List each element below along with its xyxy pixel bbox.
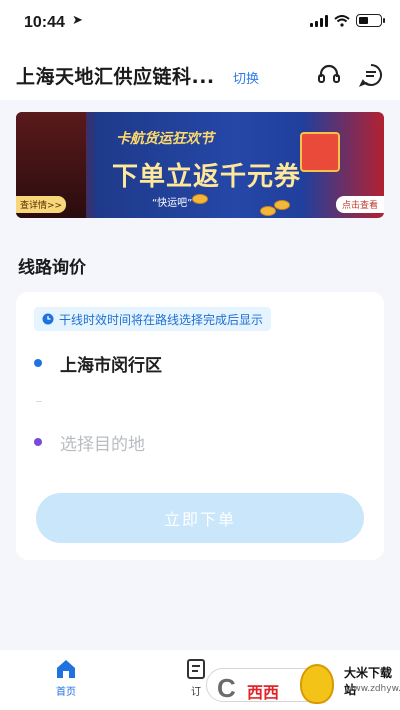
company-name[interactable]: 上海天地汇供应链科... [16,62,215,89]
watermark: C 西西 大米下载站 www.zdhyw.com [206,660,400,710]
status-indicators [310,14,385,27]
home-icon [57,660,75,678]
place-order-button[interactable]: 立即下单 [36,493,364,543]
watermark-logo-letter: C [217,673,236,703]
app-header: 上海天地汇供应链科... 切换 [0,48,400,100]
timeliness-notice: 干线时效时间将在路线选择完成后显示 [34,307,272,331]
chat-bubble-icon[interactable] [358,62,384,88]
coin-icon [274,200,290,210]
gift-box-icon [300,132,340,172]
origin-field[interactable]: 上海市闵行区 [60,351,162,376]
watermark-url: www.zdhyw.com [346,684,400,694]
watermark-red-text: 西西 [247,683,280,702]
wifi-icon [334,14,350,27]
banner-brand: “快运吧” [152,198,193,209]
route-inquiry-card: 干线时效时间将在路线选择完成后显示 上海市闵行区 选择目的地 立即下单 [16,292,384,560]
headset-icon[interactable] [316,62,342,88]
tab-home-label: 首页 [56,687,76,698]
origin-dot [34,359,42,367]
banner-title: 下单立返千元券 [112,162,302,192]
banner-subtitle: 卡航货运狂欢节 [116,131,214,147]
banner-cta-button[interactable]: 点击查看 [335,196,384,213]
status-time: 10:44 [24,14,65,31]
destination-dot [34,438,42,446]
battery-level [359,17,368,24]
coin-icon [192,194,208,204]
cellular-signal-icon [310,14,328,27]
clock-icon [42,313,54,325]
destination-field[interactable]: 选择目的地 [60,430,145,455]
section-title: 线路询价 [18,258,86,278]
location-arrow-icon: ➤ [72,13,83,28]
status-bar: 10:44 ➤ [0,0,400,48]
notice-text: 干线时效时间将在路线选择完成后显示 [59,312,264,327]
route-connector [36,401,42,402]
promo-banner[interactable]: 查详情>> 卡航货运狂欢节 下单立返千元券 “快运吧” 点击查看 [16,112,384,218]
tab-home[interactable]: 首页 [46,658,86,698]
banner-details-tag[interactable]: 查详情>> [16,196,67,213]
orders-icon [187,659,205,679]
watermark-mascot-icon [300,664,334,704]
switch-company-link[interactable]: 切换 [233,68,259,87]
coin-icon [260,206,276,216]
battery-icon [356,14,385,27]
